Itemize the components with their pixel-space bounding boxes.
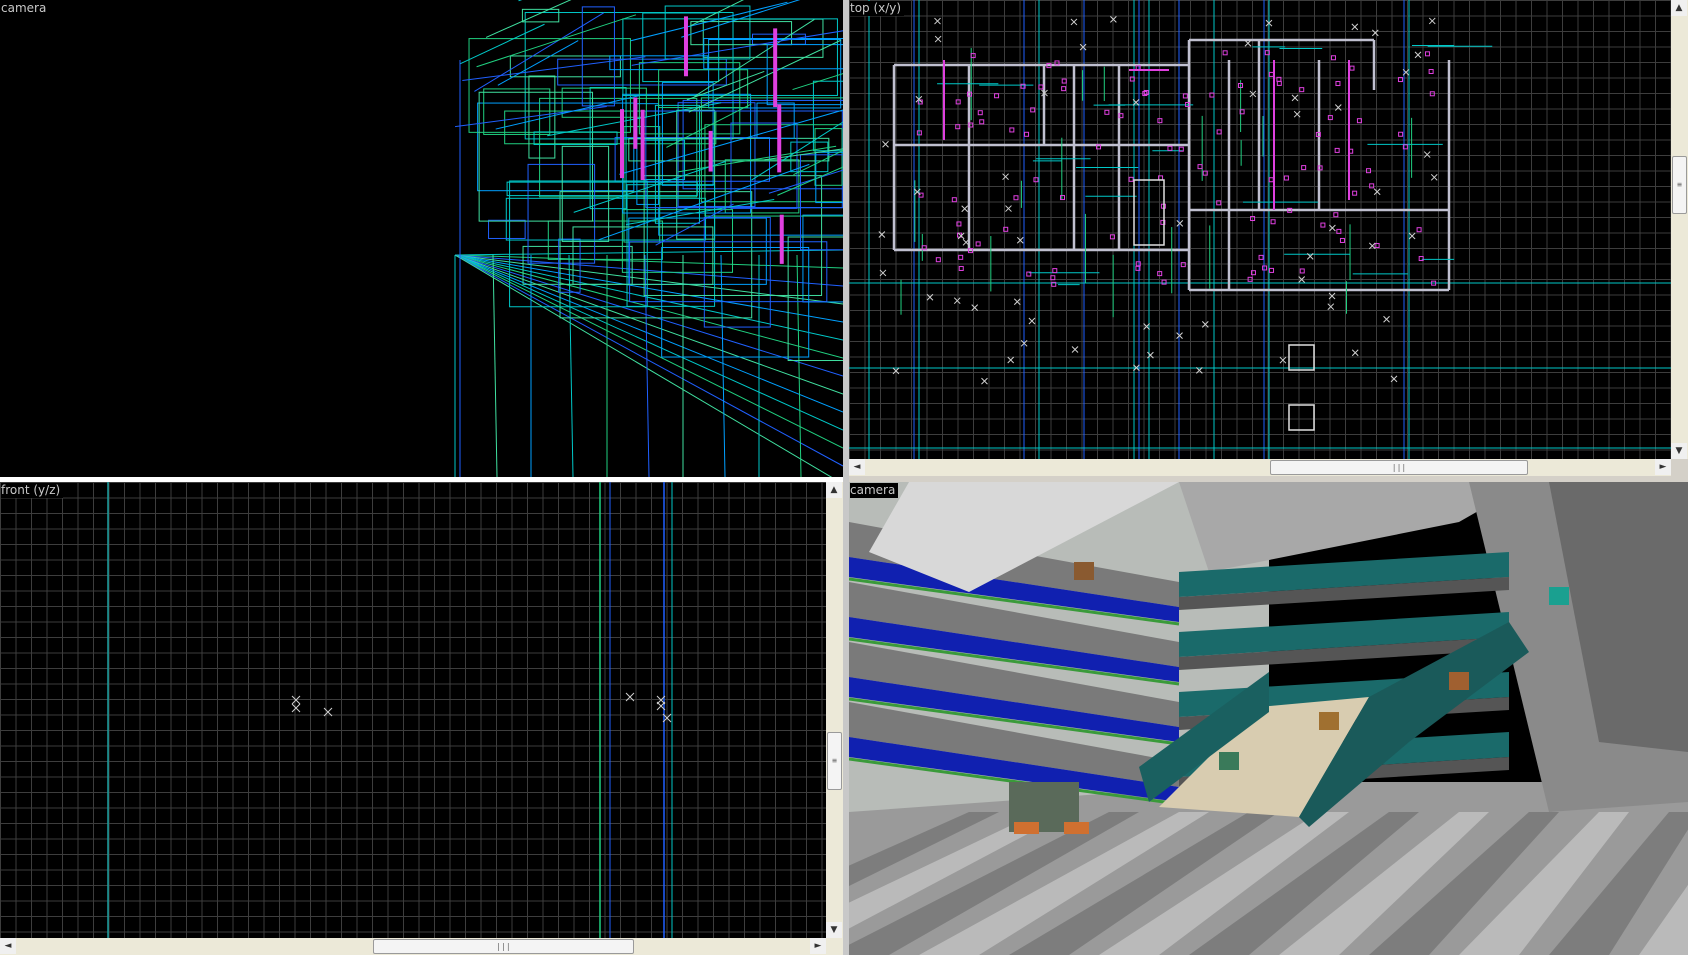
top-view-label: top (x/y) bbox=[850, 1, 905, 16]
front-view-viewport[interactable]: front (y/z) bbox=[0, 482, 826, 938]
camera-wireframe-render bbox=[454, 0, 843, 477]
scroll-right-icon[interactable]: ► bbox=[1655, 459, 1671, 475]
top-view-horizontal-scrollbar[interactable]: ◄ ||| ► bbox=[849, 459, 1671, 476]
scroll-down-icon[interactable]: ▼ bbox=[1671, 443, 1687, 459]
scroll-left-icon[interactable]: ◄ bbox=[849, 459, 865, 475]
top-view-floorplan bbox=[849, 0, 1671, 459]
camera-wireframe-viewport[interactable]: camera bbox=[0, 0, 843, 477]
top-view-viewport[interactable]: top (x/y) bbox=[849, 0, 1671, 459]
front-view-hscroll-thumb[interactable]: ||| bbox=[373, 939, 634, 954]
front-view-horizontal-scrollbar[interactable]: ◄ ||| ► bbox=[0, 938, 843, 955]
camera-wireframe-label: camera bbox=[1, 1, 50, 16]
front-view-render bbox=[107, 482, 673, 938]
scroll-right-icon[interactable]: ► bbox=[810, 938, 826, 954]
camera-textured-label: camera bbox=[850, 483, 899, 498]
scroll-up-icon[interactable]: ▲ bbox=[1671, 0, 1687, 16]
front-view-label: front (y/z) bbox=[1, 483, 64, 498]
top-view-vertical-scrollbar[interactable]: ▲ ≡ ▼ bbox=[1671, 0, 1688, 459]
scroll-left-icon[interactable]: ◄ bbox=[0, 938, 16, 954]
scroll-up-icon[interactable]: ▲ bbox=[826, 482, 842, 498]
scroll-down-icon[interactable]: ▼ bbox=[826, 922, 842, 938]
camera-textured-render bbox=[849, 482, 1688, 955]
front-view-vscroll-thumb[interactable]: ≡ bbox=[827, 732, 842, 790]
top-view-hscroll-thumb[interactable]: ||| bbox=[1270, 460, 1528, 475]
camera-textured-viewport[interactable]: camera bbox=[849, 482, 1688, 955]
top-view-vscroll-thumb[interactable]: ≡ bbox=[1672, 156, 1687, 214]
front-view-vertical-scrollbar[interactable]: ▲ ≡ ▼ bbox=[826, 482, 843, 938]
